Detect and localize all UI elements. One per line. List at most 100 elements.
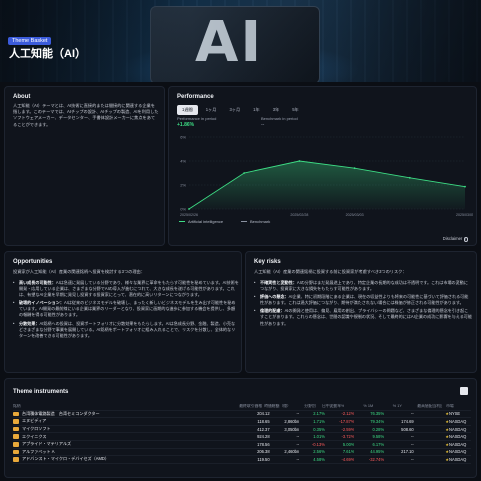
cell-m: -2.12% <box>341 411 355 417</box>
table-row[interactable]: アルファベット A 206.38 2,460bn 2.56% 7.61% 44.95% 21… <box>13 449 471 457</box>
market-label: NASDAQ <box>449 434 467 440</box>
column-header[interactable]: 最高値 <box>402 404 428 409</box>
table-row[interactable]: アドバンスト・マイクロ・デバイセズ（AMD） 119.50 -- 4.58% -4.69… <box>13 456 471 464</box>
watchlist-toggle-button[interactable] <box>460 387 468 395</box>
column-header[interactable]: 最終取引価格 <box>235 404 262 409</box>
opportunities-item: 分散効果：AI銘柄への投資は、投資ポートフォリオに分散効果をもたらします。AIは… <box>13 321 239 339</box>
market-cell: ★NASDAQ <box>441 457 471 462</box>
market-label: NASDAQ <box>449 418 467 424</box>
column-header[interactable]: 配当利回 <box>429 404 442 409</box>
cell-price: 206.38 <box>257 449 270 455</box>
instrument-name-cell[interactable]: エヌビディア <box>13 418 242 424</box>
cell-hi: 508.60 <box>401 426 414 432</box>
cell-m: -2.59% <box>341 426 355 432</box>
column-header[interactable]: 市場 <box>442 404 471 409</box>
folder-icon <box>13 434 19 439</box>
column-header[interactable]: 銘柄 <box>13 404 235 409</box>
cell-price: 412.37 <box>257 426 270 432</box>
cell-m: -4.69% <box>341 456 355 462</box>
benchmark-value: -- <box>261 122 265 128</box>
cell-cap: 2,860bn <box>284 418 300 424</box>
risks-intro: 人工知能（AI）産業の関連銘柄に投資する前に投資家が考慮すべき3つのリスク： <box>254 269 407 274</box>
folder-icon <box>13 449 19 455</box>
cell-d: 0.35% <box>313 426 325 432</box>
cell-d: 1.01% <box>313 434 325 440</box>
folder-icon <box>13 411 19 417</box>
cell-cap: -- <box>296 411 300 417</box>
folder-icon <box>13 419 19 424</box>
instrument-name: エクイニクス <box>22 433 47 439</box>
data-point <box>188 208 190 210</box>
cell-m: -3.72% <box>341 434 355 440</box>
legend-ai-label: Artificial intelligence <box>188 219 224 224</box>
disclaimer-link[interactable]: Disclaimer i <box>443 236 468 242</box>
column-header[interactable]: 分野別 <box>291 404 315 409</box>
table-row[interactable]: エクイニクス 924.28 -- 1.01% -3.72% 9.58% -- ★NASDAQ <box>13 433 471 441</box>
opportunities-item-head: 分散効果： <box>19 320 40 326</box>
instrument-name-cell[interactable]: 台湾積体電路製造 台湾セミコンダクター <box>13 411 242 417</box>
cell-m: -17.87% <box>339 418 355 424</box>
market-label: NASDAQ <box>449 449 467 455</box>
risks-title: Key risks <box>254 259 281 265</box>
instrument-name-cell[interactable]: アプライド・マテリアルズ <box>13 441 242 447</box>
cell-d: 2.56% <box>313 449 325 455</box>
data-point <box>298 160 301 162</box>
opportunities-item-head: 高い成長の可能性： <box>19 280 56 285</box>
cell-price: 204.12 <box>257 411 270 417</box>
tab-period-1[interactable]: 1ヶ月 <box>201 105 222 115</box>
column-header[interactable]: % 1M <box>344 404 373 408</box>
table-row[interactable]: マイクロソフト 412.37 3,050bn 0.35% -2.59% 0.28% 508.… <box>13 426 471 434</box>
column-header[interactable]: % 1Y <box>373 404 402 408</box>
instrument-name: アルファベット A <box>22 448 55 454</box>
market-label: NASDAQ <box>449 441 467 447</box>
table-header: 銘柄 最終取引価格 時価総額（億） 分野別 日中変動率%% 1M% 1Y 最高値 配当利回市… <box>13 403 471 411</box>
column-header[interactable]: 日中変動率% <box>316 404 344 409</box>
page-title: 人工知能（AI） <box>9 48 86 60</box>
market-label: NYSE <box>449 411 461 417</box>
y-tick-label: 0% <box>180 207 186 212</box>
tab-period-4[interactable]: 3年 <box>268 105 285 115</box>
instrument-name-cell[interactable]: アドバンスト・マイクロ・デバイセズ（AMD） <box>13 456 242 462</box>
column-header[interactable]: 時価総額（億） <box>262 404 291 409</box>
cell-y: 6.17% <box>372 441 385 447</box>
cell-hi: -- <box>410 456 414 462</box>
tab-period-2[interactable]: 3ヶ月 <box>224 105 245 115</box>
cell-y: 0.28% <box>372 426 385 432</box>
instruments-panel: Theme instruments 銘柄 最終取引価格 時価総額（億） 分野別 日中変動… <box>4 378 477 478</box>
cell-y: 76.35% <box>370 411 385 417</box>
instruments-title: Theme instruments <box>13 389 69 395</box>
data-point <box>464 185 466 188</box>
folder-icon <box>13 457 19 462</box>
about-panel: About 人工知能（AI）テーマとは、AI技術に直接的または間接的に関連する企… <box>4 86 165 246</box>
x-tick-label: 2025/03/03 <box>346 213 364 217</box>
market-label: NASDAQ <box>449 456 467 462</box>
tab-period-0[interactable]: 1週間 <box>177 105 198 115</box>
table-row[interactable]: アプライド・マテリアルズ 178.56 -- -0.13% 5.00% 6.17% -- ★N… <box>13 441 471 449</box>
performance-panel: Performance 1週間 1ヶ月 3ヶ月 1年 3年 5年 Performance … <box>168 86 477 246</box>
y-tick-label: 6% <box>180 135 186 140</box>
risks-item: 評価への懸念：AI企業、特に初期段階にある企業は、現在の収益性よりも将来の可能性… <box>254 294 472 306</box>
cell-m: 7.61% <box>342 449 355 455</box>
risks-panel: Key risks 人工知能（AI）産業の関連銘柄に投資する前に投資家が考慮すべ… <box>245 251 477 373</box>
instrument-name-cell[interactable]: エクイニクス <box>13 434 242 440</box>
in-period-value: +1.86% <box>177 122 195 128</box>
market-cell: ★NYSE <box>441 411 471 416</box>
x-tick-label: 2025/02/28 <box>290 213 308 217</box>
cell-cap: -- <box>296 456 300 462</box>
opportunities-list: 高い成長の可能性：AIは急速に発展している分野であり、様々な業界に革命をもたらす… <box>13 280 239 341</box>
x-tick-label: 2025/03/05 <box>456 213 473 217</box>
cell-hi: -- <box>410 441 414 447</box>
folder-icon <box>13 426 19 432</box>
instrument-name-cell[interactable]: マイクロソフト <box>13 426 242 432</box>
benchmark-label: Benchmark in period <box>261 116 298 121</box>
instrument-name-cell[interactable]: アルファベット A <box>13 449 242 455</box>
risks-item-head: 倫理的配慮： <box>260 308 285 314</box>
table-row[interactable]: 台湾積体電路製造 台湾セミコンダクター 204.12 -- 2.17% -2.12% 76… <box>13 411 471 419</box>
cell-y: 79.34% <box>370 418 385 424</box>
tab-period-5[interactable]: 5年 <box>287 105 304 115</box>
cell-hi: -- <box>410 434 414 440</box>
cell-price: 178.56 <box>257 441 270 447</box>
tab-period-3[interactable]: 1年 <box>248 105 265 115</box>
y-tick-label: 4% <box>180 159 186 164</box>
table-row[interactable]: エヌビディア 118.65 2,860bn 1.71% -17.87% 79.34% 174… <box>13 418 471 426</box>
